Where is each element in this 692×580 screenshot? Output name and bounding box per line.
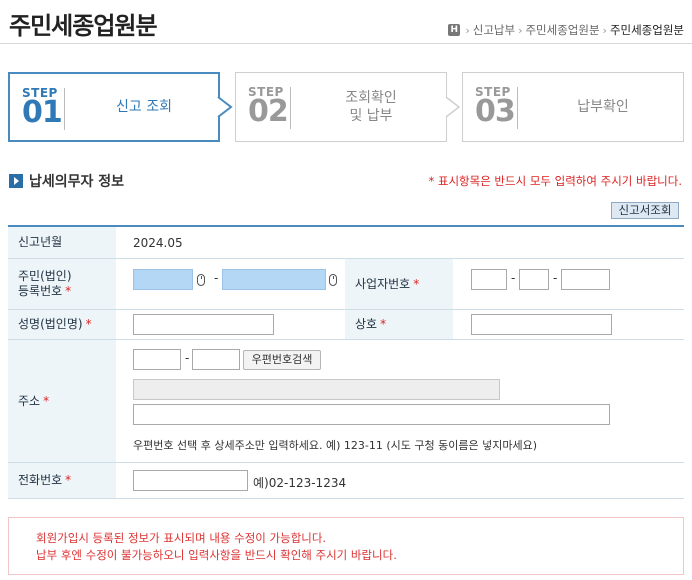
chevron-right-icon: › (602, 23, 607, 37)
breadcrumb-item[interactable]: 주민세종업원분 (525, 22, 599, 38)
phone-example: 예)02-123-1234 (253, 476, 347, 490)
field-label: 성명(법인명) * (8, 310, 116, 339)
business-number-part3-input[interactable] (561, 269, 610, 290)
step-2: STEP 02 조회확인 및 납부 (235, 72, 447, 142)
chevron-right-icon: › (518, 23, 523, 37)
field-label: 상호 * (345, 310, 453, 339)
page-header: 주민세종업원분 H › 신고납부 › 주민세종업원분 › 주민세종업원분 (0, 0, 692, 44)
required-mark: * (65, 473, 72, 487)
arrow-bullet-icon (9, 174, 23, 188)
step-label: 조회확인 및 납부 (296, 73, 446, 141)
required-note: * 표시항목은 반드시 모두 입력하여 주시기 바랍니다. (428, 174, 682, 188)
resident-number-front-input[interactable] (133, 269, 193, 290)
taxpayer-form: 신고년월 2024.05 주민(법인) 등록번호* - 사업자번호* - - (8, 225, 684, 499)
phone-row: 전화번호 * 예)02-123-1234 (8, 463, 684, 499)
step-3: STEP 03 납부확인 (462, 72, 684, 142)
dash: - (511, 271, 516, 285)
business-number-part2-input[interactable] (519, 269, 549, 290)
divider (517, 87, 518, 129)
required-mark: * (43, 393, 50, 408)
breadcrumb: H › 신고납부 › 주민세종업원분 › 주민세종업원분 (448, 22, 684, 38)
address-detail-input[interactable] (133, 404, 610, 425)
home-icon[interactable]: H (448, 24, 461, 36)
dash: - (214, 271, 219, 285)
mouse-icon[interactable] (197, 274, 205, 286)
divider (64, 88, 65, 130)
step-number: 02 (248, 94, 289, 129)
address-line1-input (133, 379, 500, 400)
notice-line: 회원가입시 등록된 정보가 표시되며 내용 수정이 가능합니다. (36, 531, 327, 545)
mouse-icon[interactable] (329, 274, 337, 286)
step-label: 납부확인 (577, 99, 629, 115)
breadcrumb-item[interactable]: 신고납부 (473, 22, 515, 38)
zip-code-part1-input[interactable] (133, 349, 181, 370)
required-mark: * (65, 284, 72, 298)
step-arrow-icon (445, 96, 461, 118)
step-label-line: 및 납부 (349, 108, 393, 124)
step-number: 03 (475, 94, 516, 129)
section-header: 납세의무자 정보 (9, 171, 124, 191)
step-label: 신고 조회 (116, 99, 172, 115)
resident-number-back-input[interactable] (222, 269, 326, 290)
step-indicator: STEP 01 신고 조회 STEP 02 조회확인 및 납부 STEP 03 … (8, 72, 684, 142)
dash: - (185, 351, 190, 365)
name-input[interactable] (133, 314, 274, 335)
field-label: 주소 * (8, 340, 116, 462)
business-number-part1-input[interactable] (471, 269, 507, 290)
field-label: 사업자번호 * (345, 259, 453, 309)
required-mark: * (380, 317, 387, 331)
report-month-value: 2024.05 (133, 236, 183, 250)
field-label: 주민(법인) 등록번호 * (8, 259, 116, 309)
field-label: 전화번호 * (8, 463, 116, 498)
step-1: STEP 01 신고 조회 (8, 72, 220, 142)
notice-line: 납부 후엔 수정이 불가능하오니 입력사항을 반드시 확인해 주시기 바랍니다. (36, 548, 397, 562)
zip-search-button[interactable]: 우편번호검색 (243, 350, 321, 370)
report-lookup-button[interactable]: 신고서조회 (611, 202, 679, 219)
company-input[interactable] (471, 314, 612, 335)
field-label: 신고년월 (8, 227, 116, 258)
breadcrumb-current: 주민세종업원분 (609, 23, 684, 37)
notice-box: 회원가입시 등록된 정보가 표시되며 내용 수정이 가능합니다. 납부 후엔 수… (8, 517, 684, 575)
divider (290, 87, 291, 129)
page-title: 주민세종업원분 (9, 12, 158, 40)
step-label-line: 조회확인 (345, 90, 397, 106)
report-month-row: 신고년월 2024.05 (8, 227, 684, 259)
zip-code-part2-input[interactable] (192, 349, 240, 370)
address-help-text: 우편번호 선택 후 상세주소만 입력하세요. 예) 123-11 (시도 구청 … (133, 439, 538, 452)
dash: - (553, 271, 558, 285)
required-mark: * (85, 317, 92, 331)
name-row: 성명(법인명) * 상호 * (8, 310, 684, 340)
address-row: 주소 * - 우편번호검색 우편번호 선택 후 상세주소만 입력하세요. 예) 1… (8, 340, 684, 463)
step-number: 01 (22, 95, 63, 130)
section-title: 납세의무자 정보 (29, 174, 125, 190)
phone-input[interactable] (133, 470, 248, 491)
resident-number-row: 주민(법인) 등록번호 * - 사업자번호 * - - (8, 259, 684, 310)
chevron-right-icon: › (465, 23, 470, 37)
required-mark: * (413, 276, 420, 291)
step-arrow-icon (217, 96, 233, 118)
